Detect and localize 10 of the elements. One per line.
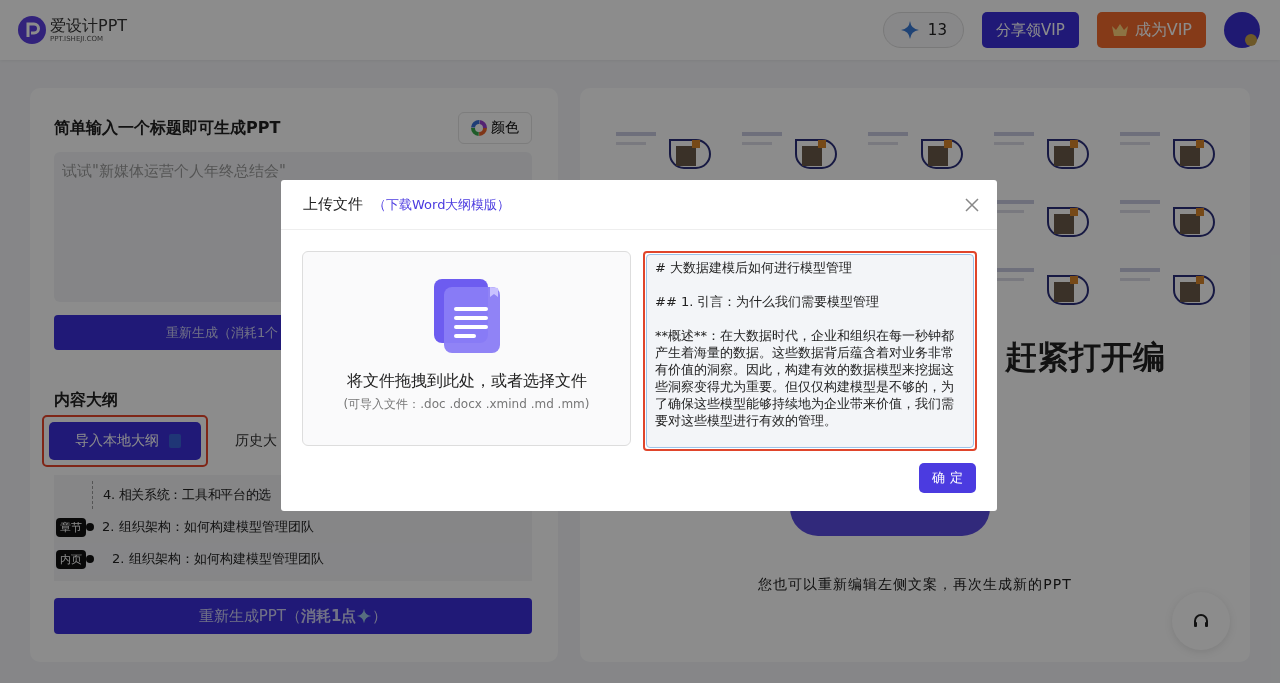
outline-title: 内容大纲 bbox=[54, 390, 118, 411]
preview-heading: 赶紧打开编 bbox=[1005, 337, 1165, 378]
outline-tag: 章节 bbox=[56, 517, 86, 537]
logo-name: 爱设计PPT bbox=[50, 17, 128, 34]
dialog-title: 上传文件 bbox=[303, 195, 363, 214]
hint-text: 您也可以重新编辑左侧文案，再次生成新的PPT bbox=[758, 576, 1072, 594]
panel-title: 简单输入一个标题即可生成PPT bbox=[54, 117, 281, 139]
drop-instruction: 将文件拖拽到此处，或者选择文件 bbox=[346, 371, 587, 392]
outline-tag: 内页 bbox=[56, 549, 86, 569]
file-types-hint: (可导入文件：.doc .docx .xmind .md .mm) bbox=[343, 396, 590, 413]
